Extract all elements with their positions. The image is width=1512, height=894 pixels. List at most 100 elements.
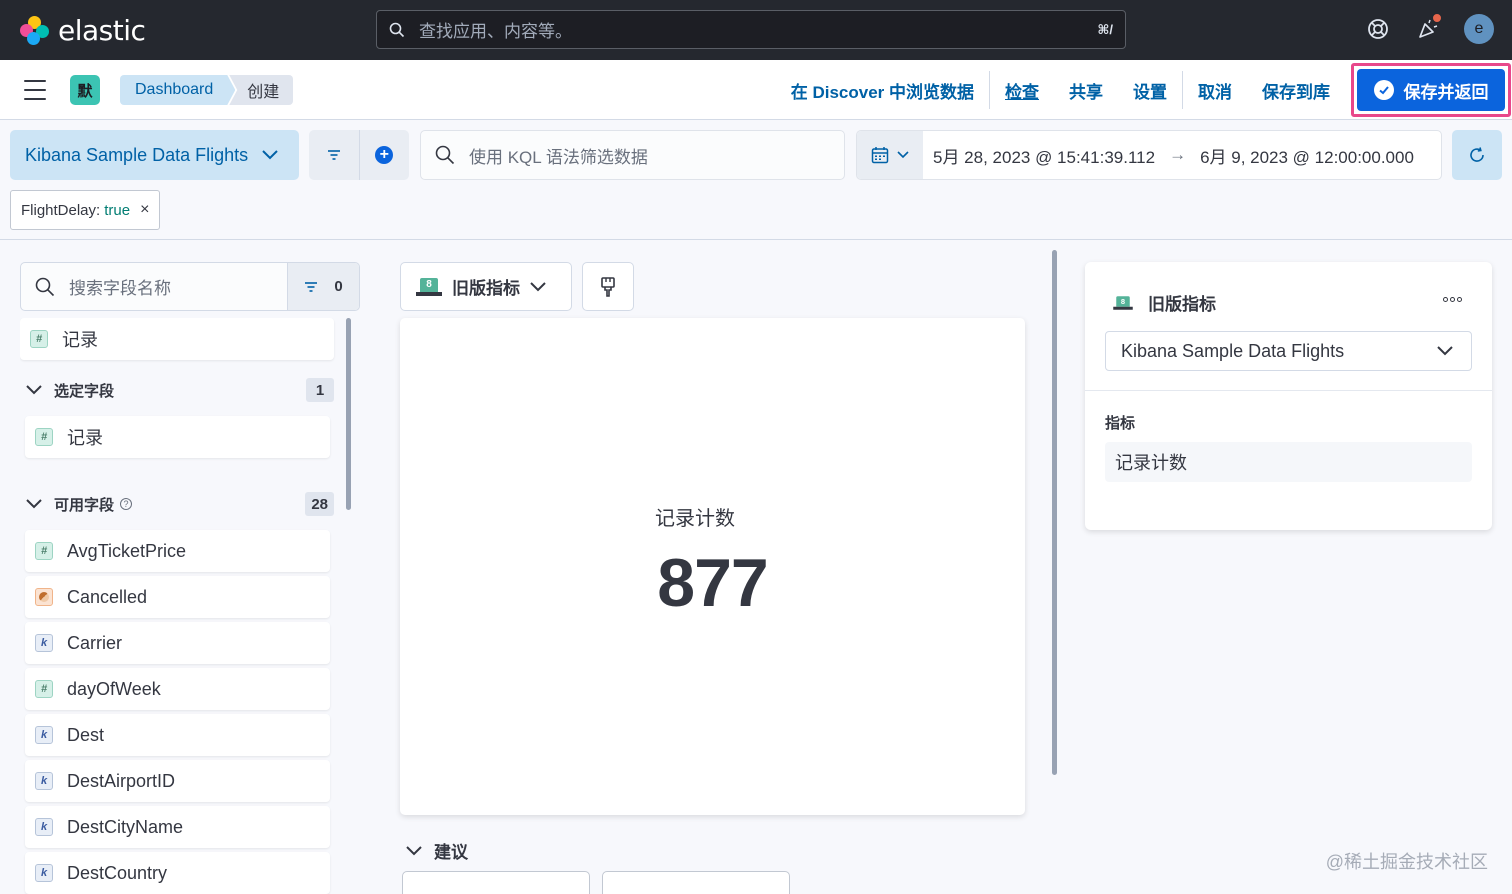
section-label: 可用字段 — [54, 496, 115, 514]
number-type-icon: # — [30, 330, 48, 348]
field-list-scrollbar[interactable] — [346, 318, 351, 510]
search-icon — [389, 22, 405, 37]
query-bar: Kibana Sample Data Flights + 使用 KQL 语法筛选… — [0, 120, 1512, 240]
layer-config-panel: 8 旧版指标 Kibana Sample Data Flights 指标 记录计… — [1085, 262, 1492, 530]
save-and-return-label: 保存并返回 — [1403, 82, 1489, 102]
visual-options-button[interactable] — [582, 262, 634, 311]
kql-query-input[interactable]: 使用 KQL 语法筛选数据 — [420, 130, 845, 180]
legacy-metric-icon: 8 — [1113, 295, 1133, 310]
space-avatar[interactable]: 默 — [70, 75, 100, 105]
share-link[interactable]: 共享 — [1054, 78, 1118, 103]
chevron-down-icon — [26, 385, 42, 395]
filter-value: true — [104, 201, 131, 219]
filter-pill[interactable]: FlightDelay: true × — [10, 190, 161, 230]
field-item[interactable]: k DestCountry — [25, 852, 330, 894]
divider — [1085, 390, 1492, 391]
field-item[interactable]: k DestCityName — [25, 806, 330, 848]
keyword-type-icon: k — [35, 818, 53, 836]
field-item-records-selected[interactable]: # 记录 — [25, 416, 330, 458]
data-view-name: Kibana Sample Data Flights — [25, 144, 249, 165]
filter-menu-button[interactable] — [309, 130, 360, 180]
kql-placeholder: 使用 KQL 语法筛选数据 — [469, 147, 648, 167]
data-view-picker[interactable]: Kibana Sample Data Flights — [10, 130, 299, 180]
filter-controls: + — [309, 130, 409, 180]
global-search-placeholder: 查找应用、内容等。 — [419, 22, 572, 41]
hamburger-menu-icon[interactable] — [24, 80, 46, 100]
search-icon — [35, 277, 55, 296]
filter-icon — [327, 150, 340, 160]
field-item[interactable]: # AvgTicketPrice — [25, 530, 330, 572]
suggestion-card[interactable] — [602, 871, 790, 894]
notification-dot — [1432, 13, 1442, 23]
filter-icon — [305, 281, 318, 292]
layer-data-view-name: Kibana Sample Data Flights — [1121, 340, 1345, 361]
chevron-down-icon — [1437, 346, 1453, 356]
global-search-input[interactable]: 查找应用、内容等。 ⌘/ — [376, 10, 1126, 49]
remove-filter-icon[interactable]: × — [140, 201, 149, 219]
section-label: 选定字段 — [54, 382, 115, 400]
quick-select-button[interactable] — [857, 131, 923, 179]
inspect-link[interactable]: 检查 — [990, 78, 1054, 103]
field-name: Carrier — [67, 632, 123, 653]
field-item[interactable]: # dayOfWeek — [25, 668, 330, 710]
chart-type-switcher[interactable]: 8 旧版指标 — [400, 262, 572, 311]
breadcrumb-dashboard[interactable]: Dashboard — [120, 75, 235, 105]
question-circle-icon[interactable]: ? — [120, 498, 133, 510]
settings-link[interactable]: 设置 — [1118, 78, 1182, 103]
check-circle-icon — [1373, 80, 1394, 100]
end-date[interactable]: 6月 9, 2023 @ 12:00:00.000 — [1200, 143, 1414, 168]
selected-fields-header[interactable]: 选定字段 1 — [20, 364, 340, 416]
save-to-library-link[interactable]: 保存到库 — [1247, 78, 1345, 103]
boolean-type-icon — [35, 588, 53, 606]
layer-data-view-select[interactable]: Kibana Sample Data Flights — [1105, 331, 1472, 371]
start-date[interactable]: 5月 28, 2023 @ 15:41:39.112 — [933, 143, 1155, 168]
breadcrumb-create: 创建 — [229, 75, 294, 105]
metric-value: 877 — [657, 545, 768, 621]
chevron-down-icon — [262, 150, 278, 160]
news-feed-icon[interactable] — [1414, 13, 1442, 43]
number-type-icon: # — [35, 680, 53, 698]
field-name: DestCountry — [67, 862, 168, 883]
field-search-input[interactable]: 搜索字段名称 0 — [20, 262, 360, 311]
metric-section-label: 指标 — [1105, 415, 1136, 432]
metric-dimension-button[interactable]: 记录计数 — [1105, 442, 1472, 482]
cancel-link[interactable]: 取消 — [1183, 78, 1247, 103]
number-type-icon: # — [35, 428, 53, 446]
field-name: DestAirportID — [67, 770, 176, 791]
field-name: 记录 — [67, 428, 103, 448]
paintbrush-icon — [601, 276, 615, 297]
field-type-filter-button[interactable]: 0 — [287, 263, 359, 310]
elastic-logo-icon — [20, 15, 50, 46]
metric-label: 记录计数 — [655, 508, 735, 530]
calendar-icon — [871, 147, 889, 164]
help-icon[interactable] — [1364, 15, 1392, 43]
available-fields-header[interactable]: 可用字段 ? 28 — [20, 478, 340, 530]
suggestions-header[interactable]: 建议 — [406, 838, 468, 863]
layer-actions-icon[interactable] — [1443, 297, 1462, 302]
field-item-records[interactable]: # 记录 — [20, 318, 334, 360]
chevron-down-icon — [897, 151, 909, 159]
field-item[interactable]: k Dest — [25, 714, 330, 756]
search-icon — [435, 145, 455, 165]
chevron-down-icon — [406, 845, 422, 855]
highlight-box: 保存并返回 — [1351, 63, 1511, 117]
keyword-type-icon: k — [35, 864, 53, 882]
chart-type-label: 旧版指标 — [452, 279, 520, 298]
workspace-canvas[interactable]: 记录计数 877 — [400, 318, 1025, 815]
field-item[interactable]: k DestAirportID — [25, 760, 330, 802]
save-and-return-button[interactable]: 保存并返回 — [1357, 69, 1505, 111]
elastic-logo[interactable]: elastic — [20, 14, 146, 47]
field-name: AvgTicketPrice — [67, 540, 187, 561]
field-item[interactable]: Cancelled — [25, 576, 330, 618]
suggestion-card[interactable] — [402, 871, 590, 894]
workspace-scrollbar[interactable] — [1052, 250, 1057, 775]
refresh-button[interactable] — [1452, 130, 1502, 180]
user-avatar[interactable]: e — [1464, 14, 1494, 44]
field-item[interactable]: k Carrier — [25, 622, 330, 664]
field-search-placeholder: 搜索字段名称 — [69, 279, 171, 298]
field-list: # 记录 选定字段 1 # 记录 可用字段 ? 28 # AvgTicketPr… — [20, 318, 340, 894]
filter-count: 0 — [334, 278, 343, 295]
add-filter-button[interactable]: + — [360, 130, 410, 180]
explore-in-discover-link[interactable]: 在 Discover 中浏览数据 — [776, 78, 989, 103]
field-name: Dest — [67, 724, 105, 745]
